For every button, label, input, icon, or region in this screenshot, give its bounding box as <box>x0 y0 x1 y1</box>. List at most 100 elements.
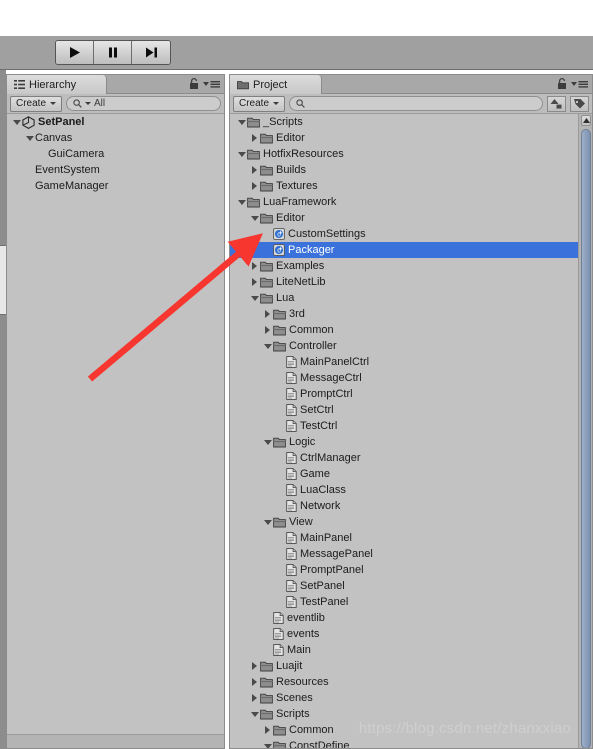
step-button[interactable] <box>132 41 170 64</box>
tree-expand-toggle[interactable] <box>249 178 260 194</box>
tree-row[interactable]: Network <box>230 498 592 514</box>
tree-row[interactable]: Game <box>230 466 592 482</box>
tree-row[interactable]: HotfixResources <box>230 146 592 162</box>
folder-icon <box>237 80 249 89</box>
tree-row[interactable]: MainPanel <box>230 530 592 546</box>
tree-row[interactable]: _Scripts <box>230 114 592 130</box>
folder-icon <box>260 261 273 272</box>
project-tree[interactable]: _Scripts Editor HotfixResources Builds Textu… <box>230 114 592 748</box>
tree-row[interactable]: LuaFramework <box>230 194 592 210</box>
tree-row-label: Logic <box>289 436 316 448</box>
hierarchy-tree[interactable]: SetPanel Canvas GuiCamera EventSystem GameMa… <box>7 114 224 748</box>
filter-by-label-button[interactable] <box>570 95 589 112</box>
tree-row[interactable]: MessageCtrl <box>230 370 592 386</box>
hierarchy-hscrollbar[interactable] <box>7 734 224 748</box>
chevron-down-icon <box>237 119 246 125</box>
tree-collapse-toggle[interactable] <box>249 706 260 722</box>
tree-row-label: PromptPanel <box>300 564 364 576</box>
tree-row[interactable]: Scenes <box>230 690 592 706</box>
tree-expand-toggle[interactable] <box>249 130 260 146</box>
tree-row[interactable]: View <box>230 514 592 530</box>
tree-collapse-toggle[interactable] <box>249 210 260 226</box>
panel-menu-icon[interactable] <box>203 79 220 89</box>
tree-collapse-toggle[interactable] <box>262 434 273 450</box>
tree-row[interactable]: Logic <box>230 434 592 450</box>
tree-collapse-toggle[interactable] <box>262 514 273 530</box>
tree-row-selected[interactable]: c Packager <box>230 242 578 258</box>
tab-project-label: Project <box>253 78 288 91</box>
tree-expand-toggle[interactable] <box>249 258 260 274</box>
tree-row[interactable]: Lua <box>230 290 592 306</box>
tree-row[interactable]: Editor <box>230 210 592 226</box>
project-vscrollbar[interactable] <box>578 114 592 748</box>
scroll-up-button[interactable] <box>581 115 591 126</box>
lock-icon[interactable] <box>557 77 567 90</box>
tree-row[interactable]: Controller <box>230 338 592 354</box>
tree-collapse-toggle[interactable] <box>262 338 273 354</box>
text-file-icon <box>286 468 297 480</box>
folder-icon <box>260 133 273 143</box>
hierarchy-create-button[interactable]: Create <box>10 95 63 112</box>
tree-expand-toggle[interactable] <box>262 322 273 338</box>
tree-row[interactable]: Textures <box>230 178 592 194</box>
tree-expand-toggle[interactable] <box>249 690 260 706</box>
tab-project[interactable]: Project <box>230 75 322 94</box>
tree-row[interactable]: GuiCamera <box>7 146 224 162</box>
text-file-icon <box>286 372 297 384</box>
tree-row[interactable]: 3rd <box>230 306 592 322</box>
project-search-input[interactable] <box>289 96 543 111</box>
tree-row[interactable]: PromptPanel <box>230 562 592 578</box>
project-create-button[interactable]: Create <box>233 95 286 112</box>
play-button[interactable] <box>56 41 94 64</box>
tree-row[interactable]: SetCtrl <box>230 402 592 418</box>
filter-by-type-button[interactable] <box>547 95 566 112</box>
tree-row[interactable]: SetPanel <box>7 114 224 130</box>
tree-row[interactable]: TestPanel <box>230 594 592 610</box>
pause-button[interactable] <box>94 41 132 64</box>
tree-row[interactable]: Canvas <box>7 130 224 146</box>
panel-menu-icon[interactable] <box>571 79 588 89</box>
tree-row[interactable]: ConstDefine <box>230 738 592 748</box>
tree-row[interactable]: Main <box>230 642 592 658</box>
tree-twisty-spacer <box>275 546 286 562</box>
tree-expand-toggle[interactable] <box>249 674 260 690</box>
tree-collapse-toggle[interactable] <box>249 290 260 306</box>
tree-expand-toggle[interactable] <box>262 722 273 738</box>
tree-row[interactable]: CtrlManager <box>230 450 592 466</box>
tree-row[interactable]: Builds <box>230 162 592 178</box>
tree-row[interactable]: MessagePanel <box>230 546 592 562</box>
tree-collapse-toggle[interactable] <box>236 146 247 162</box>
tree-row[interactable]: c CustomSettings <box>230 226 592 242</box>
tree-row[interactable]: Resources <box>230 674 592 690</box>
tree-row[interactable]: LiteNetLib <box>230 274 592 290</box>
tree-row[interactable]: Common <box>230 322 592 338</box>
tree-collapse-toggle[interactable] <box>262 738 273 748</box>
lock-icon[interactable] <box>189 77 199 90</box>
tree-row[interactable]: MainPanelCtrl <box>230 354 592 370</box>
tree-row-label: Editor <box>276 132 305 144</box>
tree-row[interactable]: LuaClass <box>230 482 592 498</box>
hierarchy-search-input[interactable]: All <box>66 96 221 111</box>
tree-expand-toggle[interactable] <box>249 162 260 178</box>
tree-collapse-toggle[interactable] <box>24 130 35 146</box>
tree-expand-toggle[interactable] <box>249 274 260 290</box>
tree-row[interactable]: eventlib <box>230 610 592 626</box>
project-scroll-thumb[interactable] <box>581 129 591 748</box>
tree-collapse-toggle[interactable] <box>236 114 247 130</box>
tree-expand-toggle[interactable] <box>262 306 273 322</box>
tree-row[interactable]: Examples <box>230 258 592 274</box>
tree-row[interactable]: Luajit <box>230 658 592 674</box>
tree-row[interactable]: SetPanel <box>230 578 592 594</box>
tree-row[interactable]: GameManager <box>7 178 224 194</box>
tree-twisty-spacer <box>275 450 286 466</box>
folder-icon <box>260 677 273 687</box>
tree-row[interactable]: PromptCtrl <box>230 386 592 402</box>
tree-collapse-toggle[interactable] <box>236 194 247 210</box>
tree-row[interactable]: EventSystem <box>7 162 224 178</box>
tree-row[interactable]: events <box>230 626 592 642</box>
tree-collapse-toggle[interactable] <box>11 114 22 130</box>
tree-row[interactable]: Editor <box>230 130 592 146</box>
tab-hierarchy[interactable]: Hierarchy <box>7 75 107 94</box>
tree-expand-toggle[interactable] <box>249 658 260 674</box>
tree-row[interactable]: TestCtrl <box>230 418 592 434</box>
